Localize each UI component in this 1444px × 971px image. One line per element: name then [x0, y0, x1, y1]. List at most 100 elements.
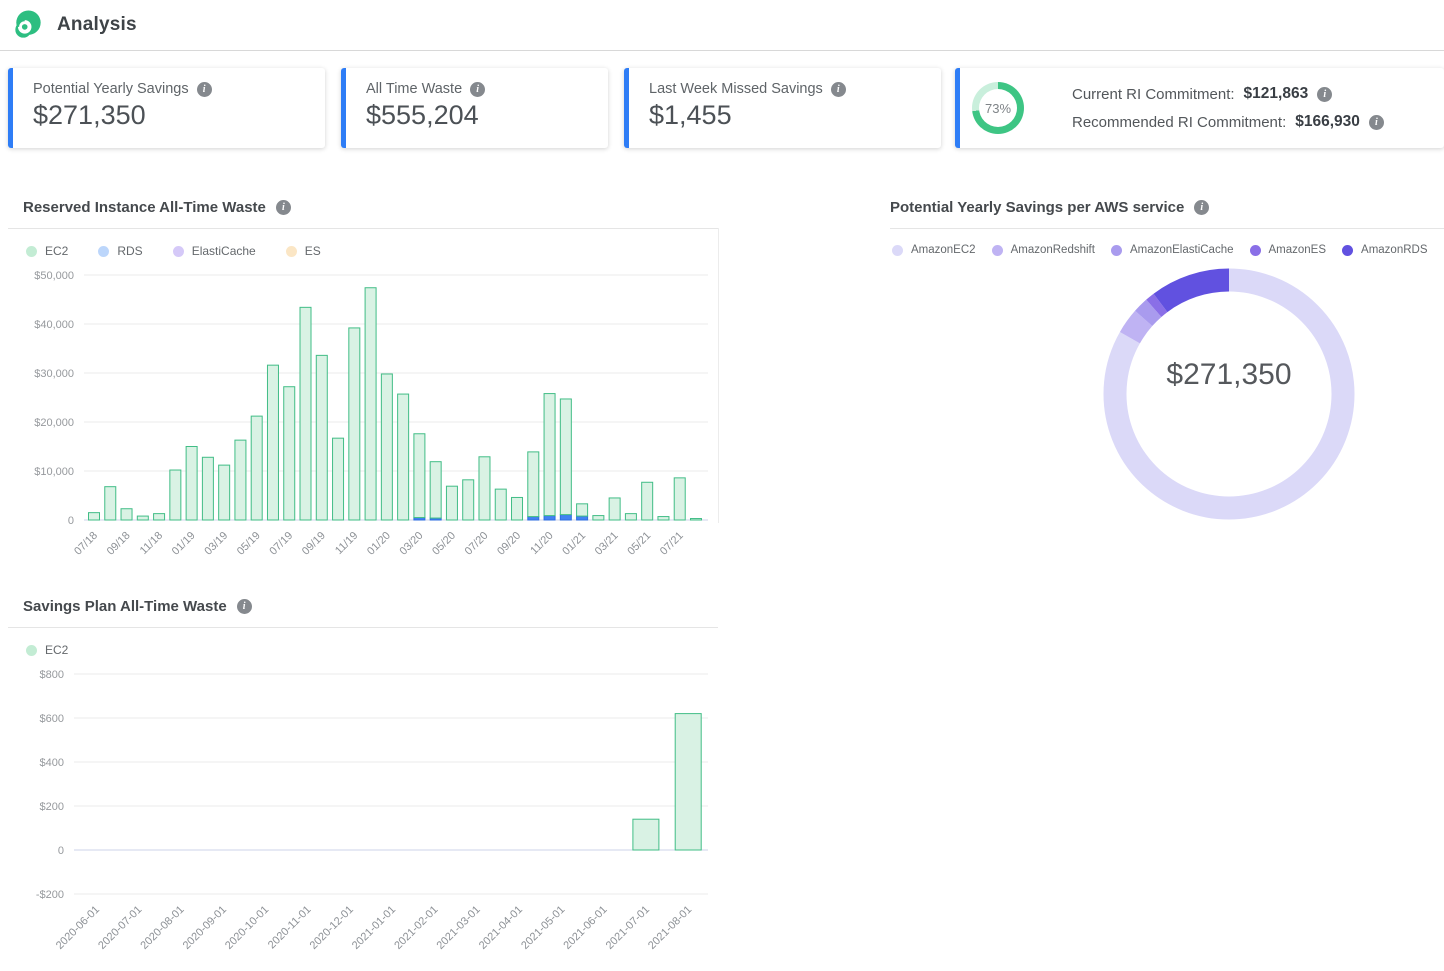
info-icon[interactable]: [276, 200, 291, 215]
svg-text:09/20: 09/20: [495, 530, 523, 558]
info-icon[interactable]: [1194, 200, 1209, 215]
divider: [8, 627, 718, 628]
donut-svg: [884, 228, 1444, 564]
donut-center-label: $271,350: [1089, 358, 1369, 392]
legend-item-EC2[interactable]: EC2: [26, 643, 68, 657]
svg-text:2021-03-01: 2021-03-01: [435, 904, 483, 952]
legend-item-RDS[interactable]: RDS: [98, 244, 142, 258]
svg-text:2021-06-01: 2021-06-01: [561, 904, 609, 952]
commit-value: $121,863: [1244, 85, 1309, 103]
svg-text:07/19: 07/19: [267, 530, 295, 558]
svg-text:-$200: -$200: [36, 889, 64, 901]
svg-text:03/20: 03/20: [398, 530, 426, 558]
legend-dot: [26, 645, 37, 656]
svg-text:2020-09-01: 2020-09-01: [181, 904, 229, 952]
legend-dot: [286, 246, 297, 257]
ri-waste-chart-title-row: Reserved Instance All-Time Waste: [23, 199, 291, 216]
svg-text:2020-12-01: 2020-12-01: [308, 904, 356, 952]
svg-text:05/20: 05/20: [430, 530, 458, 558]
svg-text:$400: $400: [40, 757, 64, 769]
legend-item-ElastiCache[interactable]: ElastiCache: [173, 244, 256, 258]
divider: [8, 228, 718, 229]
svg-text:2021-01-01: 2021-01-01: [350, 904, 398, 952]
app-header: Analysis: [0, 0, 1444, 51]
legend-dot: [26, 246, 37, 257]
chart-title: Savings Plan All-Time Waste: [23, 598, 227, 615]
svg-text:11/19: 11/19: [333, 530, 360, 557]
card-last-week-missed-savings: Last Week Missed Savings $1,455: [624, 68, 941, 148]
svg-text:$50,000: $50,000: [34, 270, 74, 282]
info-icon[interactable]: [1317, 87, 1332, 102]
svg-text:07/20: 07/20: [463, 530, 491, 558]
ri-utilization-gauge: 73%: [972, 82, 1024, 134]
info-icon[interactable]: [831, 82, 846, 97]
savings-per-service-title-row: Potential Yearly Savings per AWS service: [890, 199, 1209, 216]
svg-text:11/20: 11/20: [528, 530, 555, 557]
sp-waste-bar-chart: -$200 0 $200 $400 $600 $800 2020-06-012020-07-…: [8, 660, 718, 968]
svg-text:05/21: 05/21: [625, 530, 653, 558]
legend-dot: [173, 246, 184, 257]
svg-text:01/21: 01/21: [560, 530, 588, 558]
svg-text:07/18: 07/18: [72, 530, 100, 558]
card-value: $271,350: [33, 100, 212, 131]
ri-waste-bar-chart: 0$10,000$20,000$30,000$40,000$50,00007/1…: [8, 262, 718, 582]
card-value: $1,455: [649, 100, 846, 131]
sp-waste-legend: EC2: [26, 643, 68, 657]
svg-text:2021-02-01: 2021-02-01: [392, 904, 440, 952]
svg-text:03/19: 03/19: [202, 530, 230, 558]
gauge-percent-label: 73%: [972, 82, 1024, 134]
svg-text:2020-06-01: 2020-06-01: [54, 904, 102, 952]
commit-value: $166,930: [1295, 113, 1360, 131]
legend-label: EC2: [45, 244, 68, 258]
svg-text:2020-08-01: 2020-08-01: [138, 904, 186, 952]
svg-text:11/18: 11/18: [138, 530, 165, 557]
svg-text:2020-07-01: 2020-07-01: [96, 904, 144, 952]
svg-text:0: 0: [58, 845, 64, 857]
svg-text:$30,000: $30,000: [34, 368, 74, 380]
card-value: $555,204: [366, 100, 485, 131]
page-title: Analysis: [57, 14, 137, 36]
svg-text:$10,000: $10,000: [34, 466, 74, 478]
legend-item-EC2[interactable]: EC2: [26, 244, 68, 258]
app-logo-icon: [13, 10, 43, 40]
svg-text:2021-05-01: 2021-05-01: [519, 904, 567, 952]
svg-text:03/21: 03/21: [593, 530, 621, 558]
sp-waste-chart-title-row: Savings Plan All-Time Waste: [23, 598, 252, 615]
legend-label: RDS: [117, 244, 142, 258]
svg-text:2020-10-01: 2020-10-01: [223, 904, 271, 952]
info-icon[interactable]: [470, 82, 485, 97]
savings-per-service-donut-chart: $271,350: [884, 228, 1444, 564]
card-ri-commitment: 73% Current RI Commitment: $121,863 Reco…: [955, 68, 1444, 148]
svg-text:$800: $800: [40, 669, 64, 681]
ri-waste-legend: EC2 RDS ElastiCache ES: [26, 244, 321, 258]
info-icon[interactable]: [237, 599, 252, 614]
commit-label: Current RI Commitment:: [1072, 86, 1235, 103]
svg-text:$40,000: $40,000: [34, 319, 74, 331]
current-ri-commitment-row: Current RI Commitment: $121,863: [1072, 85, 1384, 103]
svg-text:09/19: 09/19: [300, 530, 328, 558]
legend-item-ES[interactable]: ES: [286, 244, 321, 258]
svg-text:$600: $600: [40, 713, 64, 725]
legend-dot: [98, 246, 109, 257]
svg-text:09/18: 09/18: [105, 530, 133, 558]
recommended-ri-commitment-row: Recommended RI Commitment: $166,930: [1072, 113, 1384, 131]
svg-text:01/20: 01/20: [365, 530, 393, 558]
svg-text:2021-04-01: 2021-04-01: [477, 904, 525, 952]
info-icon[interactable]: [197, 82, 212, 97]
info-icon[interactable]: [1369, 115, 1384, 130]
card-potential-yearly-savings: Potential Yearly Savings $271,350: [8, 68, 325, 148]
svg-text:$200: $200: [40, 801, 64, 813]
svg-text:2021-07-01: 2021-07-01: [604, 904, 652, 952]
svg-text:07/21: 07/21: [658, 530, 686, 558]
chart-title: Potential Yearly Savings per AWS service: [890, 199, 1184, 216]
legend-label: ES: [305, 244, 321, 258]
card-all-time-waste: All Time Waste $555,204: [341, 68, 608, 148]
svg-text:2020-11-01: 2020-11-01: [266, 904, 314, 952]
commit-label: Recommended RI Commitment:: [1072, 114, 1286, 131]
card-label: All Time Waste: [366, 81, 462, 97]
chart-title: Reserved Instance All-Time Waste: [23, 199, 266, 216]
svg-text:$20,000: $20,000: [34, 417, 74, 429]
svg-text:05/19: 05/19: [235, 530, 263, 558]
svg-text:2021-08-01: 2021-08-01: [646, 904, 694, 952]
legend-label: EC2: [45, 643, 68, 657]
